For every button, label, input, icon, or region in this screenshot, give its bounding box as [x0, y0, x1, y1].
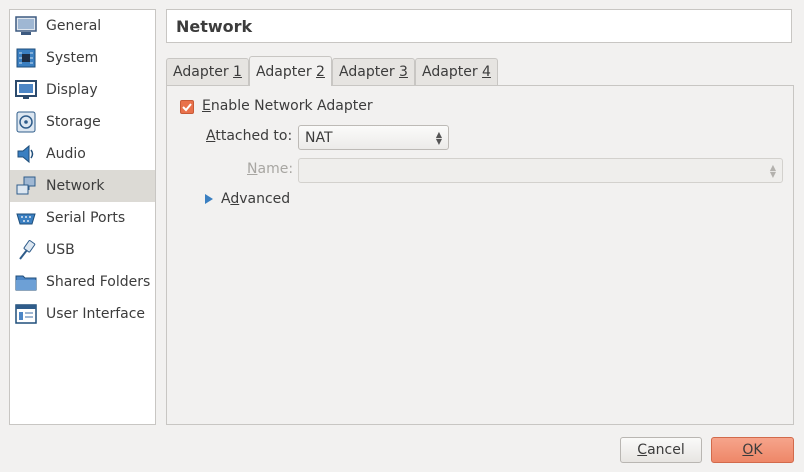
mnemonic-key: N: [247, 161, 258, 177]
usb-icon: [13, 238, 39, 262]
sidebar-item-system[interactable]: System: [10, 42, 155, 74]
display-icon: [13, 78, 39, 102]
tab-label: Adapter 2: [256, 64, 325, 80]
advanced-expander[interactable]: Advanced: [204, 191, 290, 207]
mnemonic-key: O: [742, 442, 754, 458]
shared-folders-icon: [13, 270, 39, 294]
ok-button[interactable]: OK: [711, 437, 794, 463]
mnemonic-key: C: [637, 442, 648, 458]
mnemonic-key: d: [230, 191, 240, 207]
tab-label: Adapter 1: [173, 64, 242, 80]
enable-adapter-text: nable Network Adapter: [210, 98, 373, 114]
settings-sidebar: General System Display Storage Audio Net…: [9, 9, 156, 425]
tab-label-key: 2: [316, 63, 325, 80]
sidebar-item-label: Shared Folders: [46, 274, 151, 290]
storage-icon: [13, 110, 39, 134]
name-text: ame:: [257, 161, 294, 177]
network-icon: [13, 174, 39, 198]
user-interface-icon: [13, 302, 39, 326]
tab-label-key: 1: [233, 64, 242, 80]
spin-arrows-icon: ▲ ▼: [769, 162, 776, 179]
ok-text: K: [753, 442, 763, 458]
name-select[interactable]: ▲ ▼: [298, 158, 783, 183]
ok-label: OK: [742, 442, 762, 458]
tab-adapter-2[interactable]: Adapter 2: [249, 56, 332, 86]
sidebar-item-general[interactable]: General: [10, 10, 155, 42]
tab-label-prefix: Adapter: [339, 64, 400, 80]
tab-label: Adapter 3: [339, 64, 408, 80]
general-icon: [13, 14, 39, 38]
sidebar-item-label: Network: [46, 178, 105, 194]
tab-label-prefix: Adapter: [422, 64, 483, 80]
system-icon: [13, 46, 39, 70]
tab-label-key: 3: [399, 64, 408, 80]
sidebar-item-network[interactable]: Network: [10, 170, 155, 202]
tab-adapter-1[interactable]: Adapter 1: [166, 58, 249, 85]
sidebar-item-label: Display: [46, 82, 98, 98]
checkmark-icon: [182, 103, 192, 112]
attached-to-value: NAT: [305, 129, 333, 146]
advanced-label: Advanced: [221, 191, 290, 207]
serial-ports-icon: [13, 206, 39, 230]
sidebar-item-storage[interactable]: Storage: [10, 106, 155, 138]
sidebar-item-label: Storage: [46, 114, 101, 130]
tab-label: Adapter 4: [422, 64, 491, 80]
mnemonic-key: A: [206, 128, 216, 144]
tab-label-prefix: Adapter: [256, 63, 317, 80]
cancel-button[interactable]: Cancel: [620, 437, 702, 463]
sidebar-item-label: USB: [46, 242, 75, 258]
attached-to-select[interactable]: NAT ▲ ▼: [298, 125, 449, 150]
expand-arrow-icon: [205, 194, 213, 204]
sidebar-item-serial-ports[interactable]: Serial Ports: [10, 202, 155, 234]
cancel-text: ancel: [647, 442, 685, 458]
sidebar-item-audio[interactable]: Audio: [10, 138, 155, 170]
sidebar-item-label: System: [46, 50, 99, 66]
sidebar-item-user-interface[interactable]: User Interface: [10, 298, 155, 330]
advanced-text-pre: A: [221, 191, 231, 207]
sidebar-item-label: Serial Ports: [46, 210, 126, 226]
enable-adapter-label[interactable]: Enable Network Adapter: [202, 98, 373, 114]
name-label: Name:: [247, 161, 293, 177]
sidebar-item-label: User Interface: [46, 306, 146, 322]
sidebar-item-label: Audio: [46, 146, 86, 162]
attached-to-text: ttached to:: [215, 128, 293, 144]
attached-to-label: Attached to:: [206, 128, 292, 144]
sidebar-item-shared-folders[interactable]: Shared Folders: [10, 266, 155, 298]
mnemonic-key: E: [202, 98, 211, 114]
spin-arrows-icon: ▲ ▼: [435, 129, 442, 146]
cancel-label: Cancel: [637, 442, 684, 458]
audio-icon: [13, 142, 39, 166]
tab-adapter-4[interactable]: Adapter 4: [415, 58, 498, 85]
page-title: Network: [166, 9, 792, 43]
sidebar-item-label: General: [46, 18, 102, 34]
tab-label-prefix: Adapter: [173, 64, 234, 80]
enable-adapter-checkbox[interactable]: [180, 100, 194, 114]
tab-adapter-3[interactable]: Adapter 3: [332, 58, 415, 85]
advanced-text-rest: vanced: [239, 191, 291, 207]
tab-label-key: 4: [482, 64, 491, 80]
sidebar-item-display[interactable]: Display: [10, 74, 155, 106]
sidebar-item-usb[interactable]: USB: [10, 234, 155, 266]
